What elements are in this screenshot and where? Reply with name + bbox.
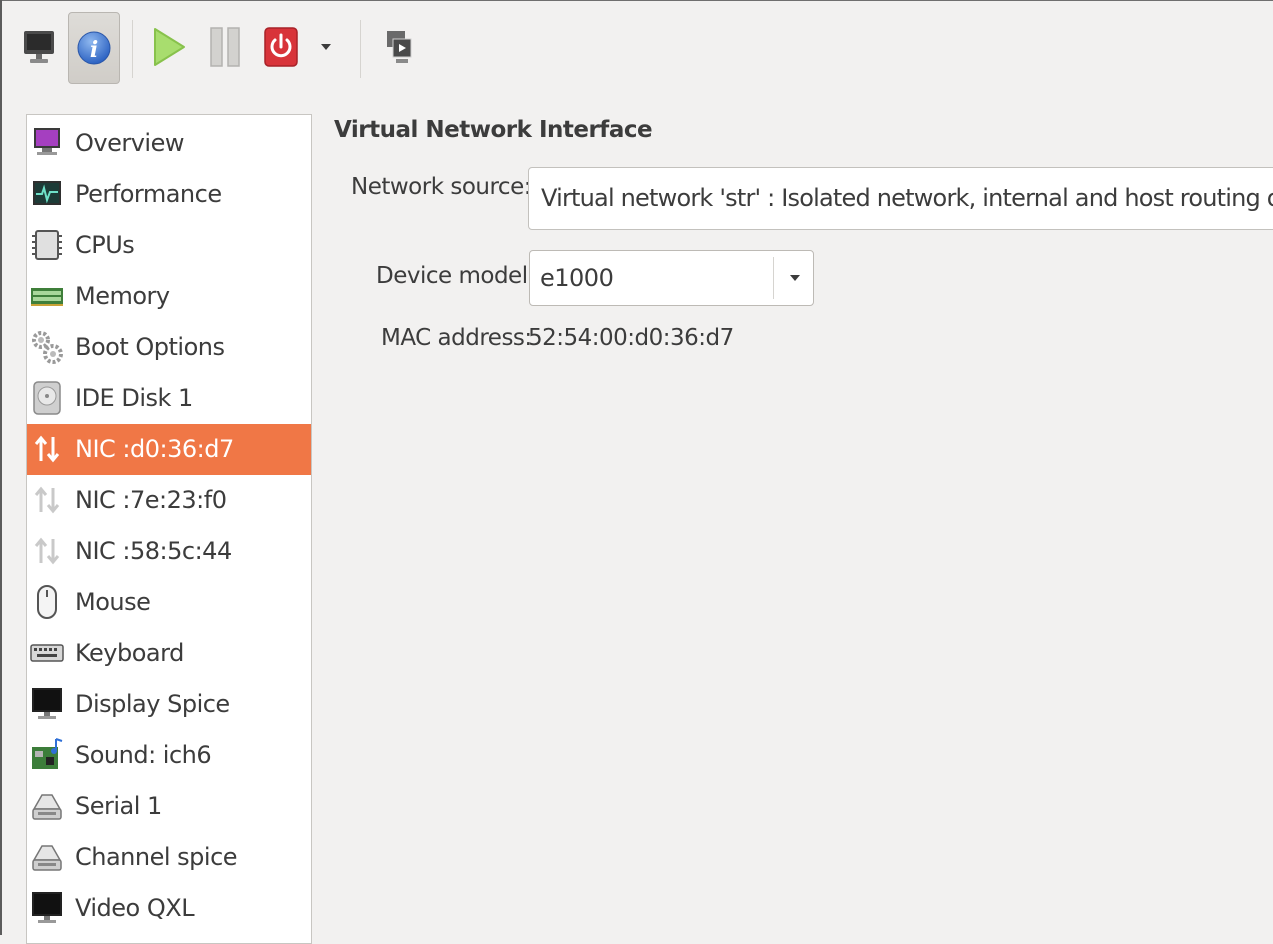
sidebar-item-mouse[interactable]: Mouse xyxy=(27,577,311,628)
keyboard-icon xyxy=(29,635,65,671)
sidebar-item-ide-disk-1[interactable]: IDE Disk 1 xyxy=(27,373,311,424)
sidebar-item-label: Video QXL xyxy=(75,894,195,922)
performance-icon xyxy=(29,176,65,212)
sidebar-item-label: Sound: ich6 xyxy=(75,741,212,769)
overview-icon xyxy=(29,125,65,161)
network-source-label: Network source: xyxy=(351,174,531,200)
sidebar-item-nic-d0-36-d7[interactable]: NIC :d0:36:d7 xyxy=(27,424,311,475)
mac-address-value: 52:54:00:d0:36:d7 xyxy=(528,325,734,351)
network-icon xyxy=(29,482,65,518)
power-icon xyxy=(264,27,298,67)
sidebar-item-label: Channel spice xyxy=(75,843,238,871)
sidebar-item-memory[interactable]: Memory xyxy=(27,271,311,322)
sidebar-item-performance[interactable]: Performance xyxy=(27,169,311,220)
sidebar-item-label: NIC :d0:36:d7 xyxy=(75,435,234,463)
details-button[interactable]: i xyxy=(68,12,120,84)
video-icon xyxy=(29,890,65,926)
monitor-icon xyxy=(24,31,54,63)
sidebar-item-label: Display Spice xyxy=(75,690,230,718)
sidebar-item-label: Keyboard xyxy=(75,639,184,667)
shutdown-button[interactable] xyxy=(256,12,306,82)
display-icon xyxy=(29,686,65,722)
section-title: Virtual Network Interface xyxy=(334,117,653,143)
dropdown-arrow-icon xyxy=(321,44,331,50)
sidebar-item-label: Overview xyxy=(75,129,185,157)
pause-icon xyxy=(210,27,240,67)
hardware-list: Overview Performance CPUs Memory Boot Op… xyxy=(26,114,312,944)
sidebar-item-video-qxl[interactable]: Video QXL xyxy=(27,883,311,934)
sidebar-item-display-spice[interactable]: Display Spice xyxy=(27,679,311,730)
disk-icon xyxy=(29,380,65,416)
sidebar-item-label: Memory xyxy=(75,282,170,310)
shutdown-menu-button[interactable] xyxy=(314,12,338,82)
network-source-value: Virtual network 'str' : Isolated network… xyxy=(541,184,1273,212)
pause-button[interactable] xyxy=(200,12,250,82)
window-top-edge xyxy=(0,0,1273,8)
cpu-icon xyxy=(29,227,65,263)
sidebar-item-label: Boot Options xyxy=(75,333,225,361)
sidebar-item-nic-7e-23-f0[interactable]: NIC :7e:23:f0 xyxy=(27,475,311,526)
sidebar-item-label: CPUs xyxy=(75,231,135,259)
device-model-value[interactable]: e1000 xyxy=(540,264,614,292)
sidebar-item-overview[interactable]: Overview xyxy=(27,118,311,169)
sidebar-item-channel-spice[interactable]: Channel spice xyxy=(27,832,311,883)
play-icon xyxy=(154,28,185,66)
sidebar-item-keyboard[interactable]: Keyboard xyxy=(27,628,311,679)
svg-text:i: i xyxy=(90,37,98,63)
network-icon xyxy=(29,533,65,569)
mouse-icon xyxy=(29,584,65,620)
boot-options-icon xyxy=(29,329,65,365)
sidebar-item-boot-options[interactable]: Boot Options xyxy=(27,322,311,373)
run-button[interactable] xyxy=(144,12,194,82)
sidebar-item-serial-1[interactable]: Serial 1 xyxy=(27,781,311,832)
network-icon xyxy=(29,431,65,467)
fullscreen-icon xyxy=(387,31,412,63)
info-icon: i xyxy=(77,31,111,65)
sidebar-item-label: Performance xyxy=(75,180,222,208)
toolbar-separator xyxy=(132,20,133,78)
console-button[interactable] xyxy=(14,12,64,82)
sound-card-icon xyxy=(29,737,65,773)
sidebar-item-label: Mouse xyxy=(75,588,151,616)
device-model-label: Device model: xyxy=(376,263,535,289)
sidebar-item-label: Serial 1 xyxy=(75,792,162,820)
channel-icon xyxy=(29,839,65,875)
window-left-edge xyxy=(0,0,7,935)
sidebar-item-label: IDE Disk 1 xyxy=(75,384,193,412)
mac-address-label: MAC address: xyxy=(381,325,532,351)
device-model-combobox[interactable]: e1000 xyxy=(529,250,814,306)
fullscreen-button[interactable] xyxy=(374,12,424,82)
network-source-select[interactable]: Virtual network 'str' : Isolated network… xyxy=(528,167,1273,230)
toolbar-separator xyxy=(360,20,361,78)
chevron-down-icon[interactable] xyxy=(782,264,808,292)
sidebar-item-sound-ich6[interactable]: Sound: ich6 xyxy=(27,730,311,781)
serial-icon xyxy=(29,788,65,824)
toolbar: i xyxy=(8,12,1268,86)
sidebar-item-label: NIC :7e:23:f0 xyxy=(75,486,227,514)
sidebar-item-cpus[interactable]: CPUs xyxy=(27,220,311,271)
memory-icon xyxy=(29,278,65,314)
combo-divider xyxy=(773,257,774,299)
sidebar-item-label: NIC :58:5c:44 xyxy=(75,537,232,565)
sidebar-item-nic-58-5c-44[interactable]: NIC :58:5c:44 xyxy=(27,526,311,577)
